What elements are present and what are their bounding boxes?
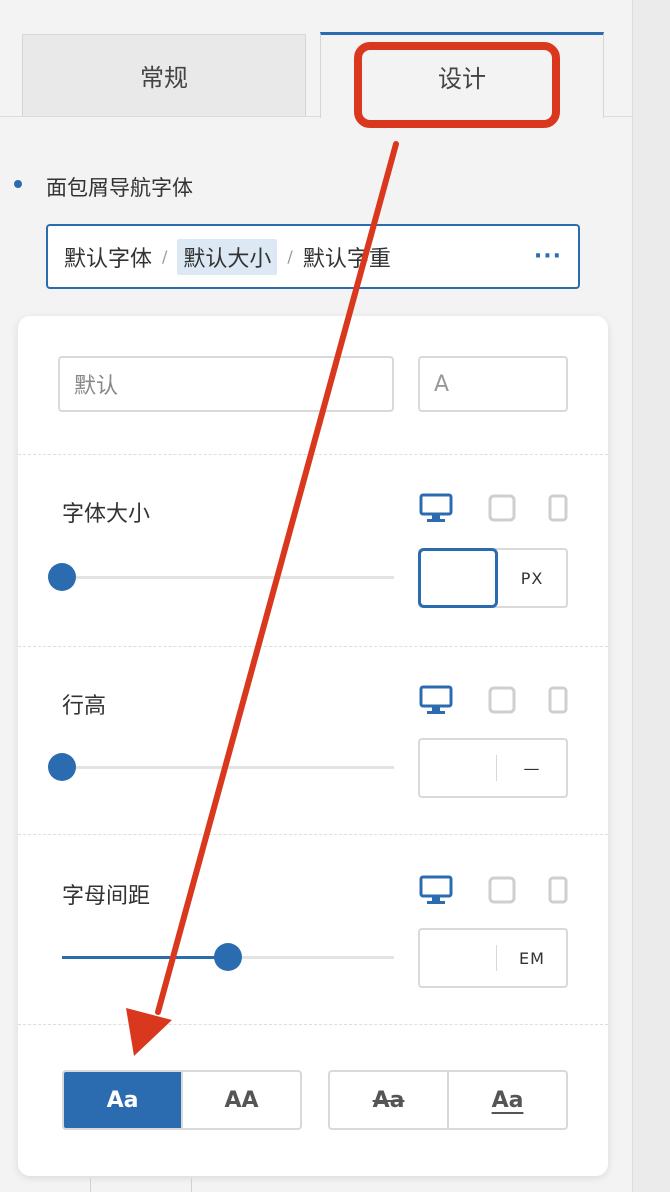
font-size-value-box[interactable]: PX	[418, 548, 568, 608]
letter-spacing-label: 字母间距	[62, 884, 151, 909]
section-bullet	[14, 180, 22, 188]
mobile-icon[interactable]	[548, 876, 568, 904]
font-size-slider[interactable]	[48, 563, 394, 591]
font-size-label: 字体大小	[62, 502, 151, 527]
decoration-strikethrough-label: Aa	[372, 1087, 405, 1113]
tab-design-label: 设计	[438, 65, 486, 93]
typography-panel: 默认 A 字体大小 PX 行高 — 字母间距 EM Aa AA Aa Aa	[18, 316, 608, 1176]
font-size-unit[interactable]: PX	[498, 550, 566, 606]
letter-spacing-value-box[interactable]: EM	[418, 928, 568, 988]
divider	[18, 834, 608, 835]
letter-spacing-unit[interactable]: EM	[498, 930, 566, 986]
more-options-icon[interactable]: ···	[534, 244, 562, 269]
divider	[18, 646, 608, 647]
mobile-icon[interactable]	[548, 494, 568, 522]
font-family-value: 默认	[74, 374, 119, 399]
tab-general-label: 常规	[140, 64, 188, 92]
desktop-icon[interactable]	[418, 874, 454, 906]
transform-capitalize-button[interactable]: Aa	[64, 1072, 181, 1128]
font-preview-box[interactable]: A	[418, 356, 568, 412]
font-size-input[interactable]	[418, 548, 498, 608]
slider-thumb[interactable]	[48, 753, 76, 781]
bottom-edge-ticks	[90, 1178, 192, 1192]
transform-capitalize-label: Aa	[106, 1087, 139, 1113]
mobile-icon[interactable]	[548, 686, 568, 714]
summary-separator: /	[162, 247, 168, 266]
font-family-input[interactable]: 默认	[58, 356, 394, 412]
line-height-slider[interactable]	[48, 753, 394, 781]
summary-family[interactable]: 默认字体	[64, 241, 152, 273]
transform-uppercase-label: AA	[224, 1087, 259, 1113]
letter-spacing-slider[interactable]	[62, 943, 394, 971]
decoration-underline-label: Aa	[491, 1087, 524, 1113]
divider	[18, 454, 608, 455]
slider-thumb[interactable]	[48, 563, 76, 591]
section-title: 面包屑导航字体	[46, 176, 193, 200]
line-height-value-box[interactable]: —	[418, 738, 568, 798]
transform-uppercase-button[interactable]: AA	[181, 1072, 300, 1128]
letter-spacing-input[interactable]	[420, 930, 496, 986]
desktop-icon[interactable]	[418, 684, 454, 716]
line-height-input[interactable]	[420, 740, 496, 796]
summary-weight[interactable]: 默认字重	[303, 241, 391, 273]
line-height-unit[interactable]: —	[498, 740, 566, 796]
divider	[18, 1024, 608, 1025]
slider-fill	[62, 956, 228, 959]
decoration-underline-button[interactable]: Aa	[447, 1072, 566, 1128]
value-divider	[496, 945, 497, 971]
tablet-icon[interactable]	[488, 686, 516, 714]
tab-design[interactable]: 设计	[320, 32, 604, 118]
tab-general[interactable]: 常规	[22, 34, 306, 116]
line-height-label: 行高	[62, 694, 107, 719]
text-transform-group: Aa AA	[62, 1070, 302, 1130]
slider-thumb[interactable]	[214, 943, 242, 971]
desktop-icon[interactable]	[418, 492, 454, 524]
font-summary-bar[interactable]: 默认字体 / 默认大小 / 默认字重 ···	[46, 224, 580, 289]
right-scroll-strip	[632, 0, 670, 1192]
summary-size[interactable]: 默认大小	[177, 238, 278, 275]
summary-separator: /	[287, 247, 293, 266]
decoration-strikethrough-button[interactable]: Aa	[330, 1072, 447, 1128]
value-divider	[496, 755, 497, 781]
font-preview-value: A	[434, 371, 450, 397]
tablet-icon[interactable]	[488, 494, 516, 522]
tablet-icon[interactable]	[488, 876, 516, 904]
text-decoration-group: Aa Aa	[328, 1070, 568, 1130]
